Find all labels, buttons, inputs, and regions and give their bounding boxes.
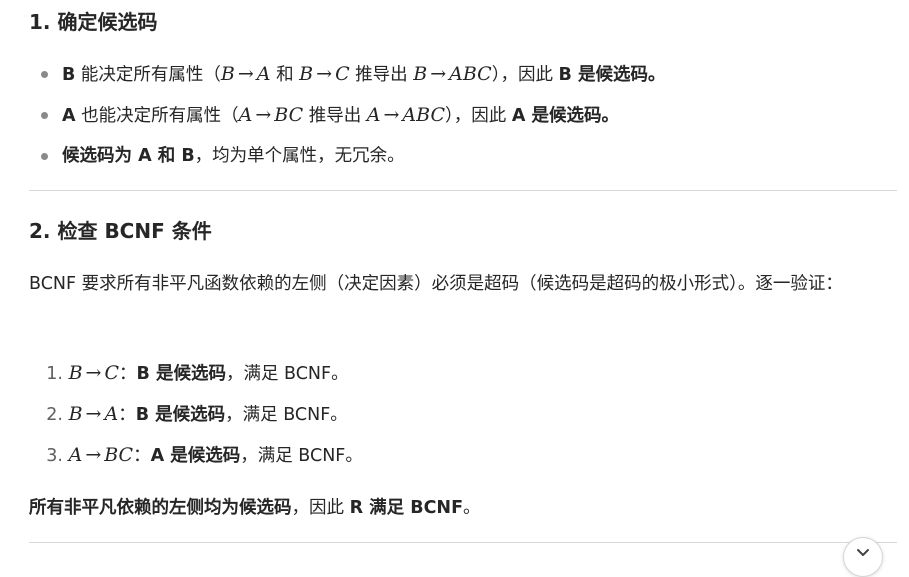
text: ，满足 BCNF。: [225, 405, 348, 425]
text: 推导出: [349, 65, 414, 85]
text: ：: [119, 364, 137, 384]
list-item: 3. A → BC：A 是候选码，满足 BCNF。: [29, 436, 363, 477]
text: 推导出: [303, 106, 367, 126]
divider: [29, 542, 897, 543]
text: 能决定所有属性（: [75, 65, 221, 85]
math-formula: A → ABC: [366, 104, 445, 126]
bold-text: 候选码为 A 和 B: [62, 146, 195, 166]
bold-text: R 满足 BCNF: [349, 498, 464, 518]
text: ），因此: [445, 106, 512, 126]
math-formula: A → BC: [238, 104, 304, 126]
text: 。: [463, 498, 481, 518]
math-formula: A → BC: [68, 444, 134, 466]
bold-text: 所有非平凡依赖的左侧均为候选码: [29, 498, 292, 518]
bcnf-definition-paragraph: BCNF 要求所有非平凡函数依赖的左侧（决定因素）必须是超码（候选码是超码的极小…: [29, 274, 843, 294]
text: ，均为单个属性，无冗余。: [194, 146, 405, 166]
text: ，因此: [291, 498, 350, 518]
text: ），因此: [491, 65, 559, 85]
section-heading-candidate-keys: 1. 确定候选码: [29, 10, 158, 34]
math-formula: B → C: [299, 63, 350, 85]
list-item: 2. B → A：B 是候选码，满足 BCNF。: [29, 395, 363, 436]
text: ，满足 BCNF。: [225, 364, 349, 384]
scroll-to-bottom-button[interactable]: [843, 537, 883, 577]
section-heading-bcnf-check: 2. 检查 BCNF 条件: [29, 219, 212, 243]
list-item: 1. B → C：B 是候选码，满足 BCNF。: [29, 354, 363, 395]
bullet-icon: [41, 112, 48, 119]
list-number: 3.: [46, 446, 63, 466]
bold-text: B 是候选码: [135, 405, 226, 425]
bold-text: B 是候选码。: [558, 65, 666, 85]
chevron-down-icon: [857, 549, 869, 556]
bullet-icon: [41, 71, 48, 78]
text: 也能决定所有属性（: [75, 106, 239, 126]
dependency-check-list: 1. B → C：B 是候选码，满足 BCNF。 2. B → A：B 是候选码，满足 …: [29, 354, 363, 477]
text: ：: [118, 405, 136, 425]
list-number: 1.: [46, 364, 63, 384]
text: ，满足 BCNF。: [240, 446, 363, 466]
bold-text: B: [62, 65, 76, 85]
math-formula: B → A: [68, 403, 119, 425]
candidate-key-list: B 能决定所有属性（B → A 和 B → C 推导出 B → ABC），因此 B 是候选码…: [29, 55, 665, 178]
math-formula: B → A: [220, 63, 271, 85]
bold-text: B 是候选码: [136, 364, 226, 384]
list-item: A 也能决定所有属性（A → BC 推导出 A → ABC），因此 A 是候选码。: [29, 96, 665, 137]
list-item: 候选码为 A 和 B，均为单个属性，无冗余。: [29, 137, 665, 178]
conclusion: 所有非平凡依赖的左侧均为候选码，因此 R 满足 BCNF。: [29, 490, 481, 526]
bold-text: A 是候选码。: [511, 106, 619, 126]
text: ：: [133, 446, 151, 466]
list-item: B 能决定所有属性（B → A 和 B → C 推导出 B → ABC），因此 B 是候选码…: [29, 55, 665, 96]
bold-text: A: [62, 106, 76, 126]
list-number: 2.: [46, 405, 63, 425]
text: 和: [270, 65, 300, 85]
bullet-icon: [41, 153, 48, 160]
math-formula: B → ABC: [413, 63, 492, 85]
bold-text: A 是候选码: [150, 446, 241, 466]
math-formula: B → C: [68, 362, 120, 384]
divider: [29, 190, 897, 191]
